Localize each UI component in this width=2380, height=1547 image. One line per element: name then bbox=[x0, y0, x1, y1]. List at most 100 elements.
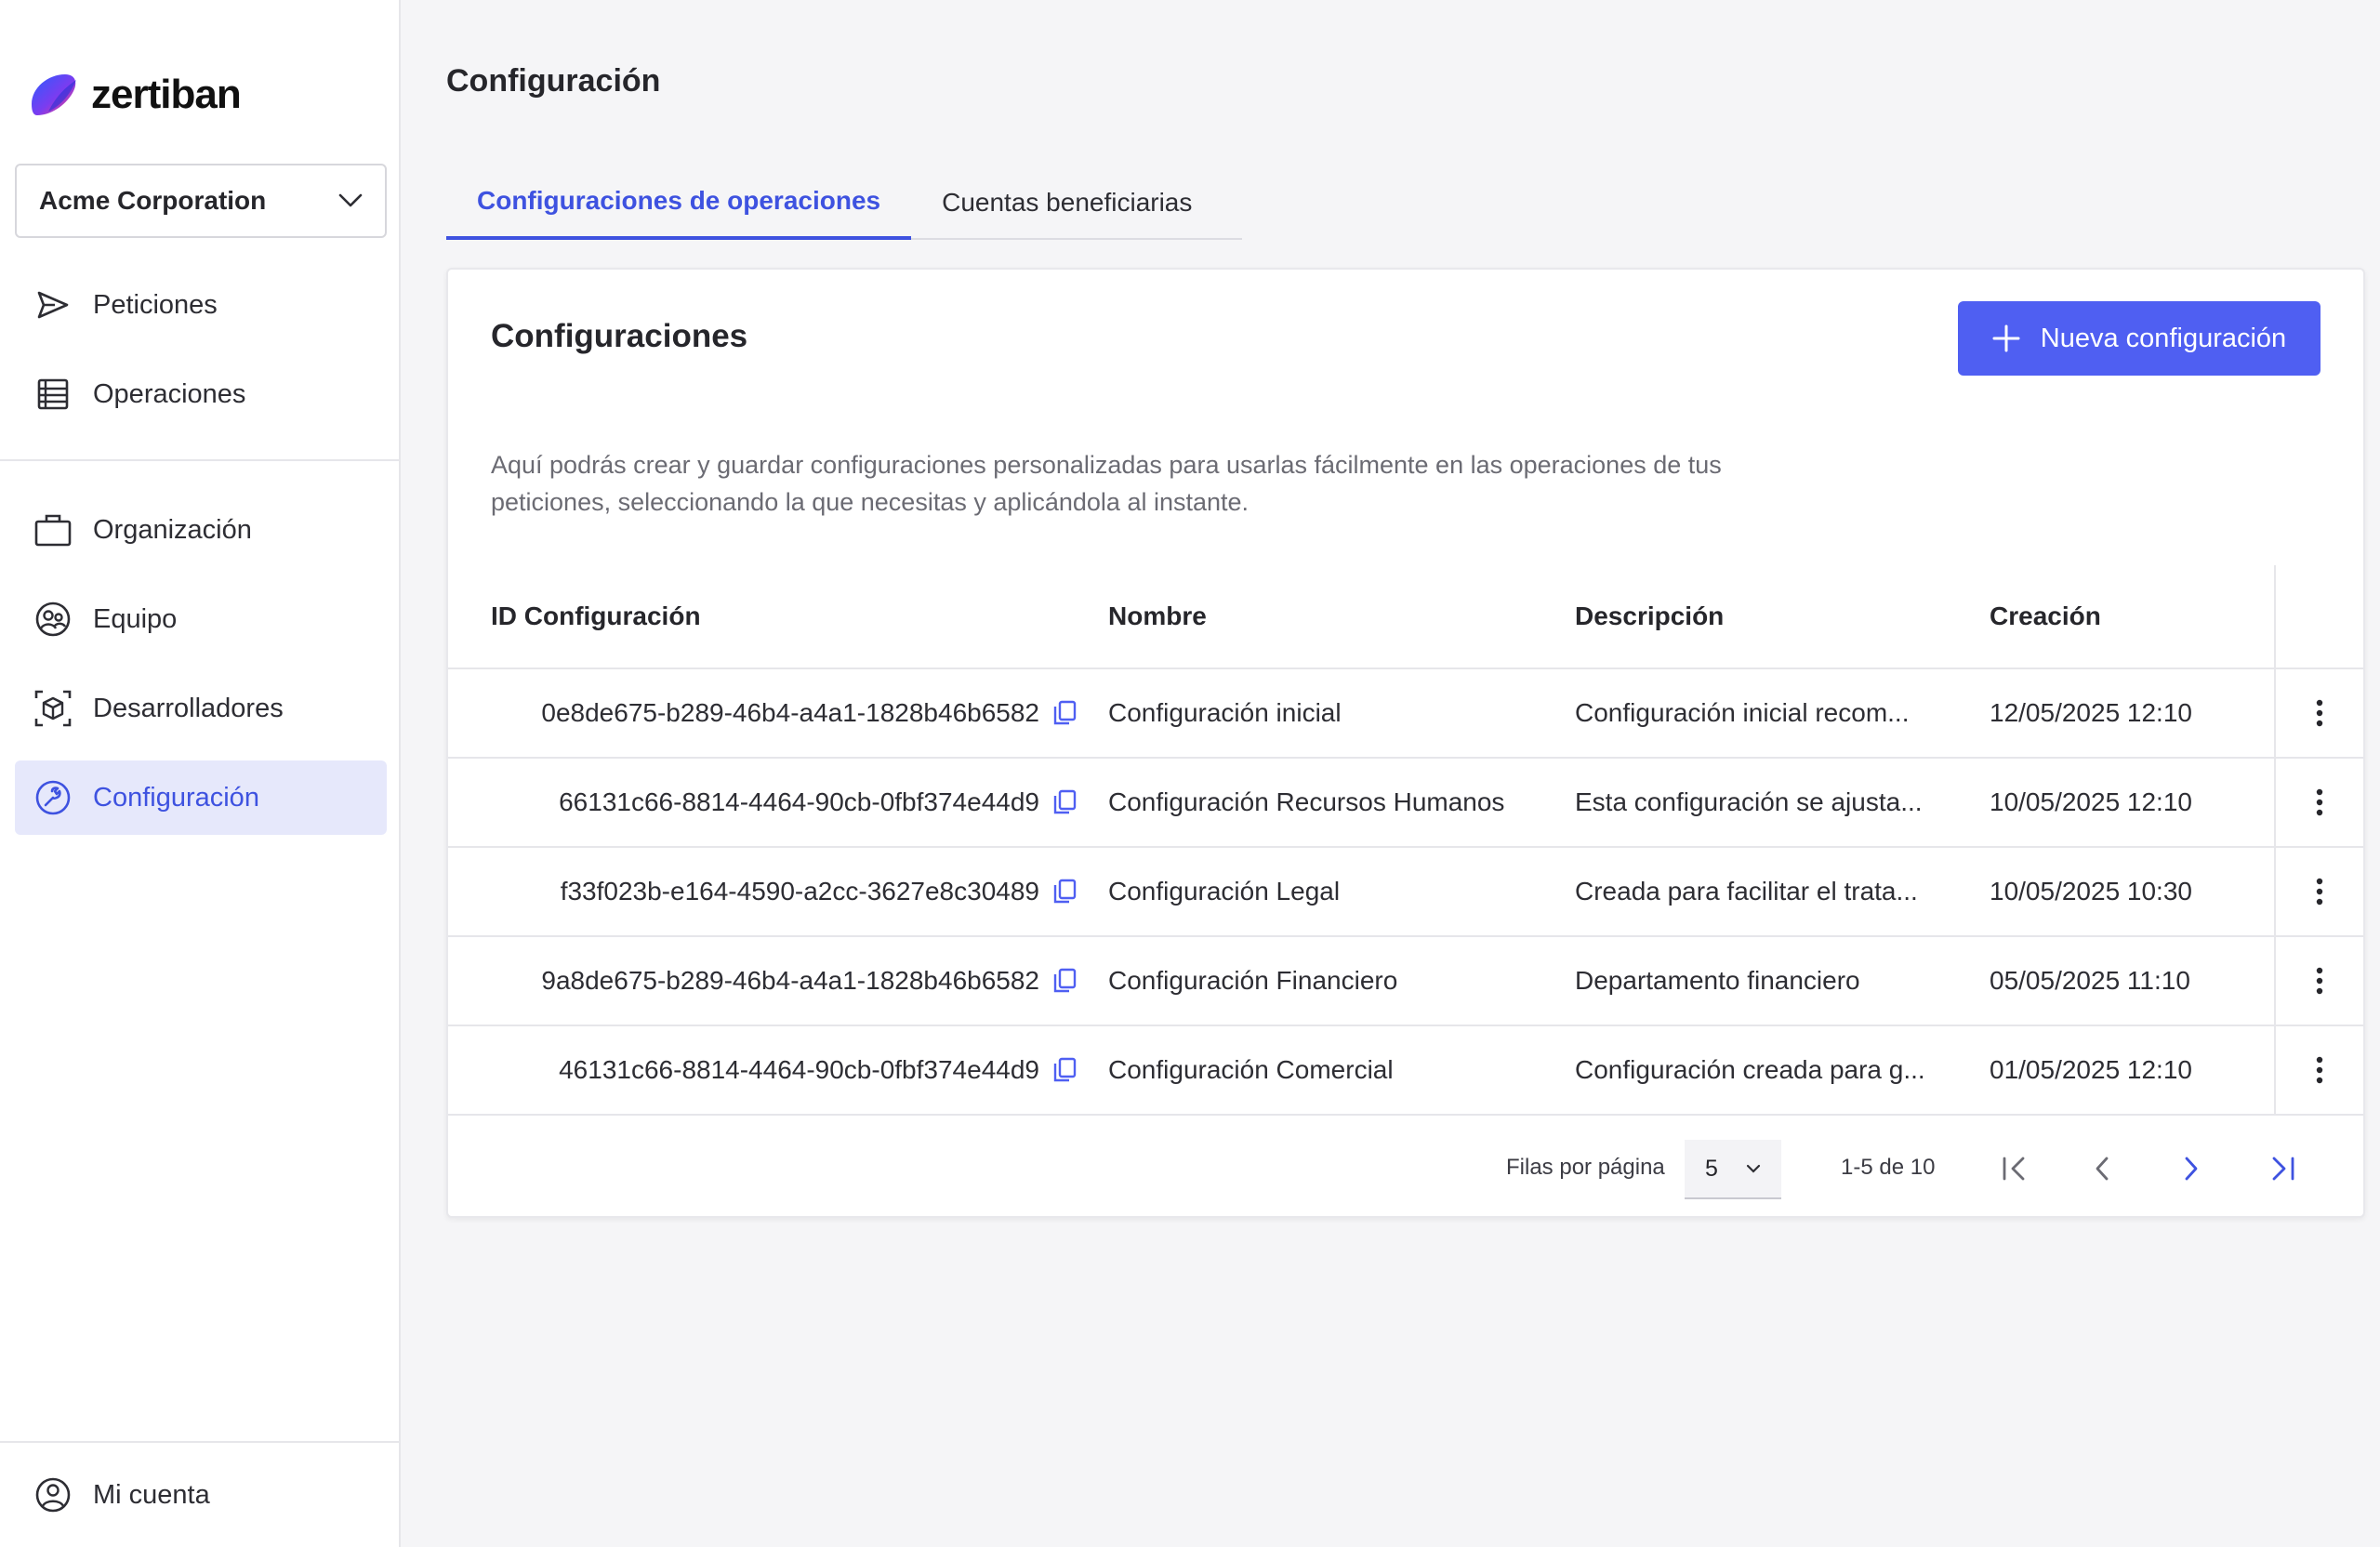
new-configuration-button[interactable]: Nueva configuración bbox=[1958, 301, 2320, 376]
config-name: Configuración Legal bbox=[1108, 877, 1341, 906]
last-page-icon bbox=[2272, 1157, 2294, 1181]
sidebar-item-equipo[interactable]: Equipo bbox=[15, 582, 387, 656]
team-icon bbox=[33, 600, 73, 639]
config-id-cell: 66131c66-8814-4464-90cb-0fbf374e44d9 bbox=[448, 787, 1108, 817]
config-name: Configuración inicial bbox=[1108, 698, 1342, 727]
table-row: 9a8de675-b289-46b4-a4a1-1828b46b6582 Con… bbox=[448, 937, 2363, 1026]
chevron-down-icon bbox=[1746, 1164, 1761, 1173]
config-created: 12/05/2025 12:10 bbox=[1990, 698, 2192, 727]
table-row: 0e8de675-b289-46b4-a4a1-1828b46b6582 Con… bbox=[448, 669, 2363, 759]
sidebar-item-label: Operaciones bbox=[93, 378, 246, 409]
card-description: Aquí podrás crear y guardar configuracio… bbox=[491, 451, 1722, 516]
config-description: Departamento financiero bbox=[1575, 966, 1860, 995]
config-created: 01/05/2025 12:10 bbox=[1990, 1055, 2192, 1084]
config-description: Configuración creada para g... bbox=[1575, 1055, 1925, 1084]
header-actions bbox=[2274, 565, 2363, 668]
sidebar-item-mi-cuenta[interactable]: Mi cuenta bbox=[15, 1458, 387, 1532]
pagination: Filas por página 5 1-5 de 10 bbox=[448, 1119, 2363, 1220]
sidebar-item-configuracion[interactable]: Configuración bbox=[15, 760, 387, 835]
copy-icon[interactable] bbox=[1052, 789, 1077, 815]
organization-select[interactable]: Acme Corporation bbox=[15, 164, 387, 238]
cube-icon bbox=[33, 689, 73, 728]
more-vertical-icon bbox=[2316, 878, 2323, 906]
config-name: Configuración Comercial bbox=[1108, 1055, 1394, 1084]
tab-cuentas-beneficiarias[interactable]: Cuentas beneficiarias bbox=[911, 165, 1223, 240]
configurations-table: ID Configuración Nombre Descripción Crea… bbox=[448, 565, 2363, 1116]
sidebar-item-label: Mi cuenta bbox=[93, 1479, 210, 1510]
first-page-button[interactable] bbox=[1991, 1145, 2038, 1192]
more-vertical-icon bbox=[2316, 699, 2323, 727]
more-vertical-icon bbox=[2316, 788, 2323, 816]
row-more-menu[interactable] bbox=[2274, 937, 2363, 1025]
tab-configuraciones-operaciones[interactable]: Configuraciones de operaciones bbox=[446, 165, 912, 240]
page-title: Configuración bbox=[446, 63, 661, 99]
copy-icon[interactable] bbox=[1052, 1057, 1077, 1083]
rows-per-page-select[interactable]: 5 bbox=[1685, 1140, 1781, 1199]
send-icon bbox=[33, 285, 73, 324]
table-row: f33f023b-e164-4590-a2cc-3627e8c30489 Con… bbox=[448, 848, 2363, 937]
first-page-icon bbox=[2003, 1157, 2025, 1181]
list-icon bbox=[33, 375, 73, 414]
tab-bar: Configuraciones de operaciones Cuentas b… bbox=[446, 165, 1242, 240]
rows-per-page-label: Filas por página bbox=[1506, 1155, 1665, 1180]
config-id: 0e8de675-b289-46b4-a4a1-1828b46b6582 bbox=[541, 698, 1039, 727]
sidebar-item-desarrolladores[interactable]: Desarrolladores bbox=[15, 671, 387, 746]
page-range: 1-5 de 10 bbox=[1841, 1155, 1936, 1180]
next-page-button[interactable] bbox=[2168, 1145, 2215, 1192]
sidebar-item-peticiones[interactable]: Peticiones bbox=[15, 268, 387, 342]
config-id-cell: 0e8de675-b289-46b4-a4a1-1828b46b6582 bbox=[448, 698, 1108, 728]
config-created: 10/05/2025 10:30 bbox=[1990, 877, 2192, 906]
config-name: Configuración Financiero bbox=[1108, 966, 1398, 995]
user-circle-icon bbox=[33, 1475, 73, 1514]
row-more-menu[interactable] bbox=[2274, 848, 2363, 935]
config-id: 66131c66-8814-4464-90cb-0fbf374e44d9 bbox=[559, 787, 1039, 816]
chevron-left-icon bbox=[2096, 1157, 2109, 1181]
configurations-card: Configuraciones Nueva configuración Aquí… bbox=[446, 268, 2365, 1218]
copy-icon[interactable] bbox=[1052, 879, 1077, 905]
header-name: Nombre bbox=[1108, 602, 1207, 630]
sidebar-item-label: Equipo bbox=[93, 603, 178, 634]
last-page-button[interactable] bbox=[2259, 1145, 2306, 1192]
copy-icon[interactable] bbox=[1052, 700, 1077, 726]
sidebar: zertiban Acme Corporation Peticiones Ope… bbox=[0, 0, 401, 1547]
zertiban-logo-icon bbox=[32, 74, 76, 115]
rows-per-page-value: 5 bbox=[1705, 1155, 1718, 1182]
config-name: Configuración Recursos Humanos bbox=[1108, 787, 1505, 816]
sidebar-item-label: Peticiones bbox=[93, 289, 218, 320]
previous-page-button[interactable] bbox=[2079, 1145, 2125, 1192]
table-header: ID Configuración Nombre Descripción Crea… bbox=[448, 565, 2363, 669]
row-more-menu[interactable] bbox=[2274, 759, 2363, 846]
config-description: Creada para facilitar el trata... bbox=[1575, 877, 1918, 906]
config-id: 9a8de675-b289-46b4-a4a1-1828b46b6582 bbox=[541, 966, 1039, 995]
row-more-menu[interactable] bbox=[2274, 669, 2363, 757]
config-description: Esta configuración se ajusta... bbox=[1575, 787, 1923, 816]
sidebar-item-label: Configuración bbox=[93, 782, 259, 813]
table-row: 46131c66-8814-4464-90cb-0fbf374e44d9 Con… bbox=[448, 1026, 2363, 1116]
sidebar-divider bbox=[0, 1441, 401, 1443]
config-created: 10/05/2025 12:10 bbox=[1990, 787, 2192, 816]
config-id: 46131c66-8814-4464-90cb-0fbf374e44d9 bbox=[559, 1055, 1039, 1084]
sidebar-divider bbox=[0, 459, 401, 461]
config-created: 05/05/2025 11:10 bbox=[1990, 966, 2190, 995]
sidebar-item-organizacion[interactable]: Organización bbox=[15, 493, 387, 567]
row-more-menu[interactable] bbox=[2274, 1026, 2363, 1114]
wrench-icon bbox=[33, 778, 73, 817]
chevron-right-icon bbox=[2185, 1157, 2198, 1181]
sidebar-item-operaciones[interactable]: Operaciones bbox=[15, 357, 387, 431]
config-id: f33f023b-e164-4590-a2cc-3627e8c30489 bbox=[560, 877, 1039, 906]
new-configuration-label: Nueva configuración bbox=[2040, 323, 2287, 353]
brand-logo[interactable]: zertiban bbox=[28, 71, 242, 119]
brand-name: zertiban bbox=[91, 72, 242, 117]
sidebar-item-label: Organización bbox=[93, 514, 252, 545]
header-description: Descripción bbox=[1575, 602, 1725, 630]
organization-select-value: Acme Corporation bbox=[39, 186, 267, 215]
header-id: ID Configuración bbox=[491, 602, 701, 630]
card-title: Configuraciones bbox=[491, 318, 748, 354]
config-id-cell: 46131c66-8814-4464-90cb-0fbf374e44d9 bbox=[448, 1055, 1108, 1085]
chevron-down-icon bbox=[338, 193, 363, 207]
header-created: Creación bbox=[1990, 602, 2101, 630]
plus-icon bbox=[1992, 324, 2020, 352]
more-vertical-icon bbox=[2316, 1056, 2323, 1084]
copy-icon[interactable] bbox=[1052, 968, 1077, 994]
config-description: Configuración inicial recom... bbox=[1575, 698, 1910, 727]
